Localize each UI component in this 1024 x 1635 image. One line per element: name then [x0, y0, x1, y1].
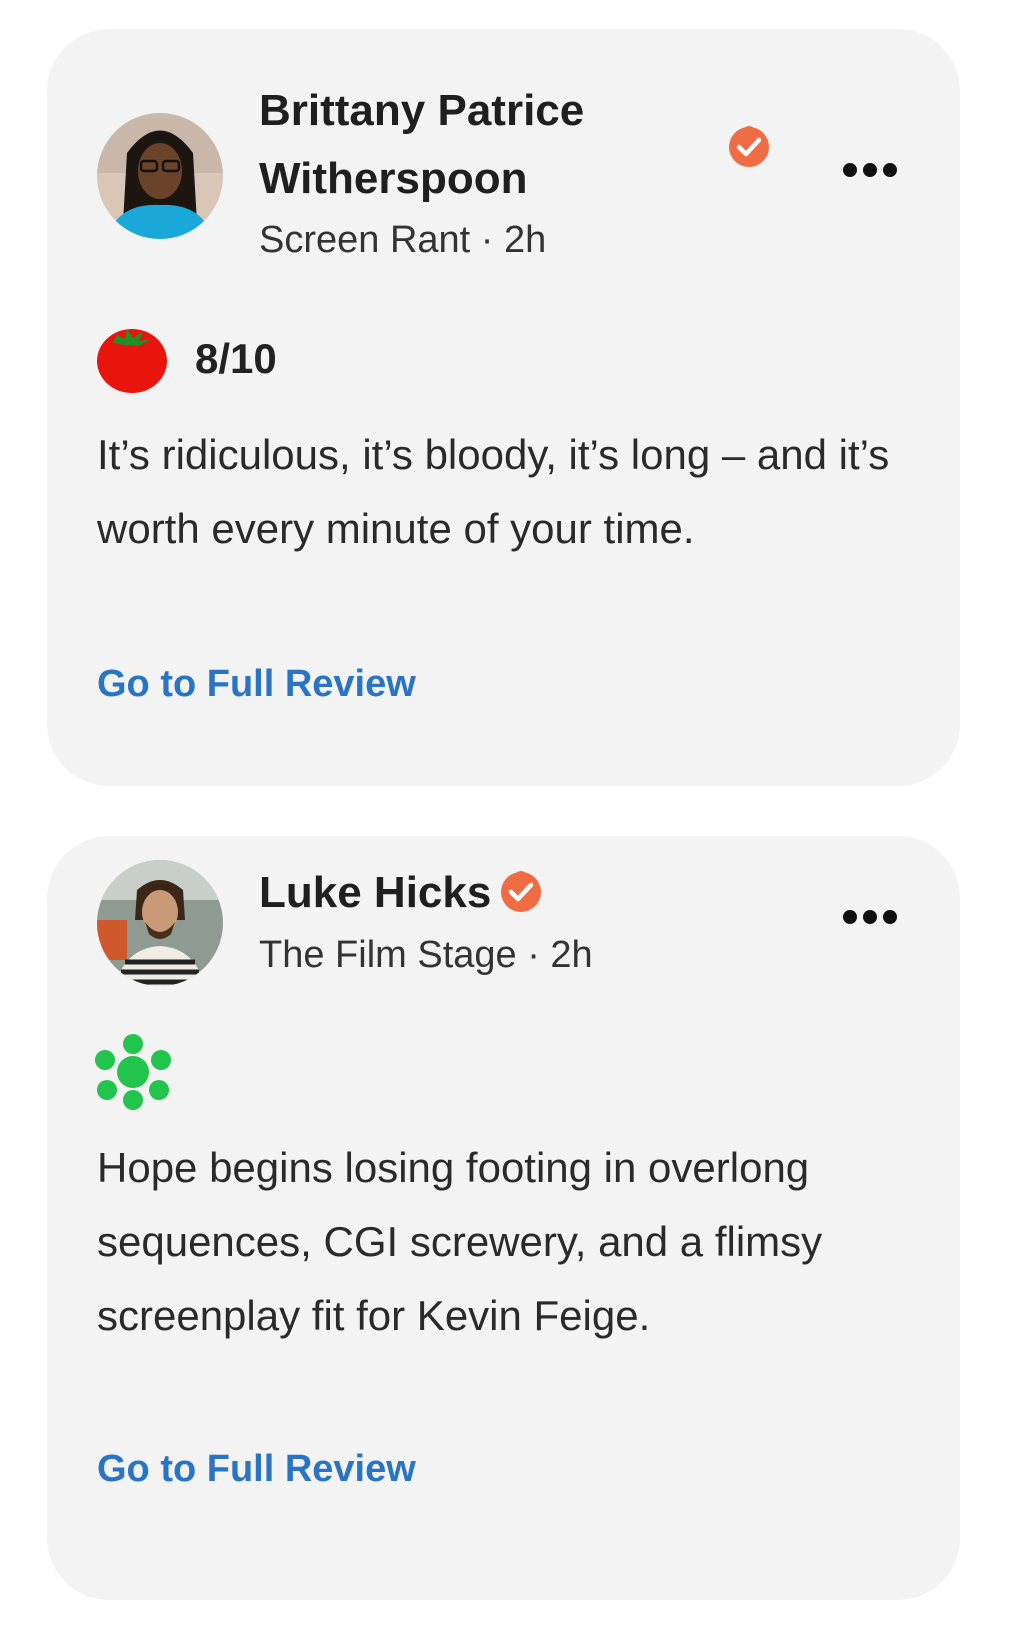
- full-review-link[interactable]: Go to Full Review: [97, 663, 416, 706]
- critic-name[interactable]: Brittany Patrice: [259, 76, 584, 146]
- critic-name-continued[interactable]: Witherspoon: [259, 144, 527, 214]
- verified-critic-badge-icon: [501, 871, 541, 912]
- more-options-icon[interactable]: [842, 907, 898, 927]
- review-quote: It’s ridiculous, it’s bloody, it’s long …: [97, 431, 890, 552]
- publication-time: The Film Stage · 2h: [259, 934, 593, 976]
- review-card: Luke Hicks The Film Stage · 2h Hope begi…: [47, 836, 960, 1600]
- fresh-tomato-icon: [97, 329, 167, 393]
- review-card: Brittany Patrice Witherspoon Screen Rant…: [47, 29, 960, 786]
- rotten-splat-icon: [95, 1034, 171, 1110]
- critic-avatar[interactable]: [97, 860, 223, 986]
- review-score: 8/10: [195, 335, 277, 382]
- full-review-link[interactable]: Go to Full Review: [97, 1448, 416, 1491]
- verified-critic-badge-icon: [729, 126, 769, 167]
- publication-time: Screen Rant · 2h: [259, 219, 547, 261]
- critic-name[interactable]: Luke Hicks: [259, 858, 491, 928]
- critic-avatar[interactable]: [97, 113, 223, 239]
- review-quote: Hope begins losing footing in overlong s…: [97, 1144, 823, 1339]
- more-options-icon[interactable]: [842, 160, 898, 180]
